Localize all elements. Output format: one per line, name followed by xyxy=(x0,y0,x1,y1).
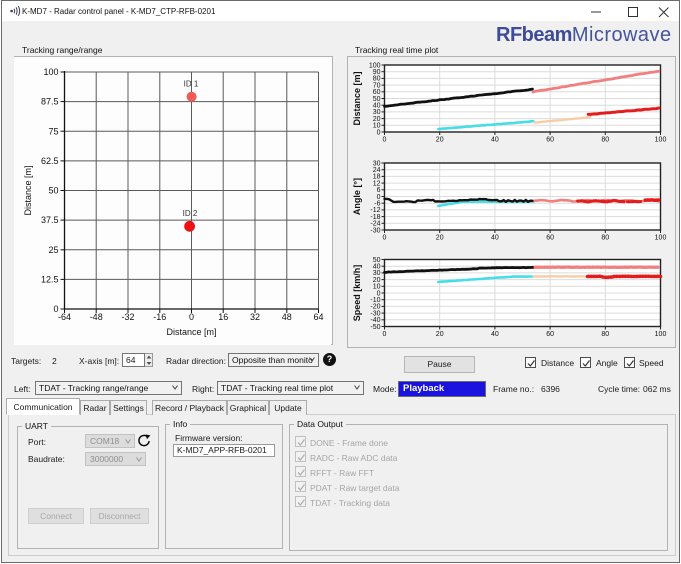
svg-text:-32: -32 xyxy=(121,312,134,322)
svg-text:100: 100 xyxy=(43,67,58,77)
svg-text:40: 40 xyxy=(491,331,499,338)
svg-text:32: 32 xyxy=(250,312,260,322)
svg-text:-64: -64 xyxy=(58,312,71,322)
svg-text:0: 0 xyxy=(377,129,381,136)
svg-text:20: 20 xyxy=(436,331,444,338)
svg-text:12.5: 12.5 xyxy=(41,275,59,285)
svg-text:25: 25 xyxy=(48,245,58,255)
svg-text:100: 100 xyxy=(655,137,667,144)
svg-text:60: 60 xyxy=(546,137,554,144)
svg-text:80: 80 xyxy=(601,137,609,144)
svg-text:0: 0 xyxy=(383,235,387,242)
svg-text:Distance [m]: Distance [m] xyxy=(23,165,33,215)
svg-text:87.5: 87.5 xyxy=(41,97,59,107)
svg-text:64: 64 xyxy=(313,312,323,322)
svg-text:Distance [m]: Distance [m] xyxy=(352,71,362,125)
svg-text:Angle [°]: Angle [°] xyxy=(352,178,362,215)
svg-text:40: 40 xyxy=(491,137,499,144)
svg-text:ID 2: ID 2 xyxy=(183,209,198,218)
svg-text:Distance [m]: Distance [m] xyxy=(166,327,216,337)
svg-text:0: 0 xyxy=(383,331,387,338)
svg-text:48: 48 xyxy=(282,312,292,322)
svg-text:80: 80 xyxy=(601,235,609,242)
svg-text:-48: -48 xyxy=(90,312,103,322)
svg-text:0: 0 xyxy=(189,312,194,322)
svg-text:-30: -30 xyxy=(370,227,380,234)
svg-text:50: 50 xyxy=(48,186,58,196)
svg-text:-16: -16 xyxy=(153,312,166,322)
svg-text:40: 40 xyxy=(491,235,499,242)
svg-text:100: 100 xyxy=(655,235,667,242)
svg-text:20: 20 xyxy=(436,235,444,242)
svg-text:60: 60 xyxy=(546,235,554,242)
svg-text:0: 0 xyxy=(383,137,387,144)
svg-text:-50: -50 xyxy=(370,324,380,331)
svg-text:62.5: 62.5 xyxy=(41,156,59,166)
svg-text:60: 60 xyxy=(546,331,554,338)
svg-text:37.5: 37.5 xyxy=(41,215,59,225)
svg-text:Speed [km/h]: Speed [km/h] xyxy=(352,265,362,322)
svg-text:ID 1: ID 1 xyxy=(184,80,199,89)
svg-text:20: 20 xyxy=(436,137,444,144)
svg-text:75: 75 xyxy=(48,126,58,136)
svg-text:16: 16 xyxy=(218,312,228,322)
svg-text:80: 80 xyxy=(601,331,609,338)
svg-text:100: 100 xyxy=(655,331,667,338)
